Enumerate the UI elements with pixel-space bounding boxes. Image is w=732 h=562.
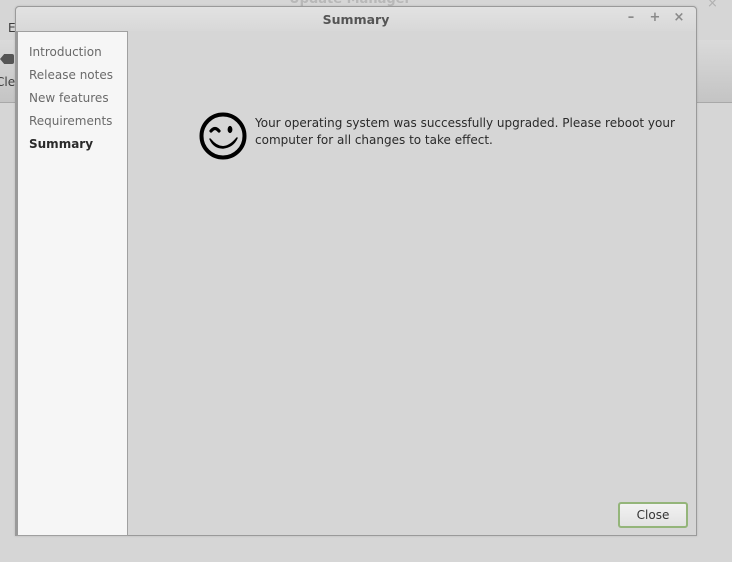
summary-dialog: Summary – + × Introduction Release notes…: [15, 6, 697, 536]
sidebar-item-requirements[interactable]: Requirements: [29, 114, 112, 128]
sidebar-item-introduction[interactable]: Introduction: [29, 45, 102, 59]
dialog-title: Summary: [322, 12, 390, 27]
close-button[interactable]: Close: [618, 502, 688, 528]
update-manager-close-icon[interactable]: ×: [707, 0, 718, 11]
upgrade-message-text: Your operating system was successfully u…: [255, 116, 675, 147]
maximize-icon[interactable]: +: [648, 10, 662, 26]
sidebar-item-summary[interactable]: Summary: [29, 137, 93, 151]
sidebar: Introduction Release notes New features …: [16, 31, 128, 536]
sidebar-item-release-notes[interactable]: Release notes: [29, 68, 113, 82]
sidebar-item-new-features[interactable]: New features: [29, 91, 109, 105]
close-window-icon[interactable]: ×: [672, 10, 686, 26]
wink-smiley-icon: [199, 112, 247, 160]
minimize-icon[interactable]: –: [624, 10, 638, 26]
dialog-titlebar[interactable]: Summary – + ×: [16, 7, 696, 31]
